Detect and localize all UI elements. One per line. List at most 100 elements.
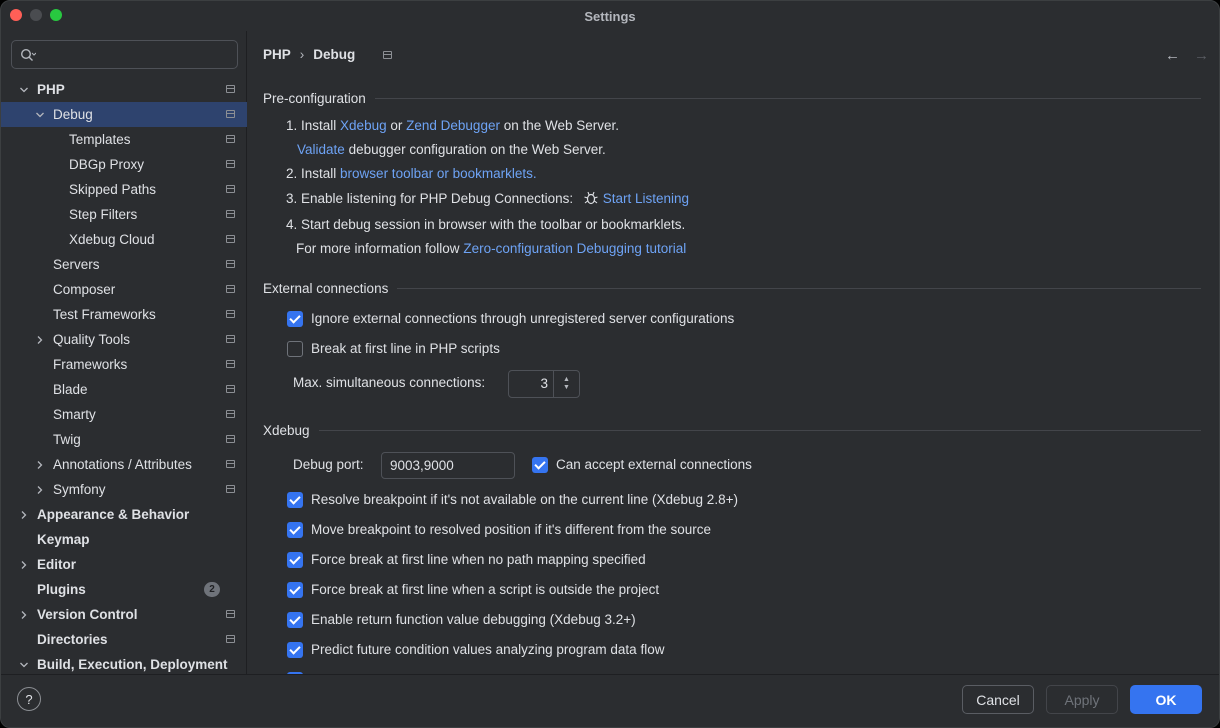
ignore-external-checkbox[interactable] bbox=[287, 311, 303, 327]
tree-item[interactable]: Debug bbox=[1, 102, 247, 127]
project-settings-icon bbox=[226, 360, 235, 368]
xdebug-option-label[interactable]: Resolve breakpoint if it's not available… bbox=[311, 492, 738, 507]
tree-item[interactable]: Step Filters bbox=[1, 202, 247, 227]
tree-item[interactable]: Plugins 2 bbox=[1, 577, 247, 602]
xdebug-option-checkbox[interactable] bbox=[287, 612, 303, 628]
xdebug-option-label[interactable]: Force break at first line when no path m… bbox=[311, 552, 646, 567]
tree-item-label: Blade bbox=[53, 382, 88, 397]
break-first-line-checkbox[interactable] bbox=[287, 341, 303, 357]
search-icon bbox=[20, 48, 36, 61]
chevron-right-icon[interactable] bbox=[34, 484, 46, 496]
project-settings-icon bbox=[226, 110, 235, 118]
project-settings-icon bbox=[226, 435, 235, 443]
chevron-right-icon[interactable] bbox=[18, 559, 30, 571]
cancel-button[interactable]: Cancel bbox=[962, 685, 1034, 714]
project-settings-icon bbox=[226, 185, 235, 193]
tree-item[interactable]: Templates bbox=[1, 127, 247, 152]
back-arrow-icon[interactable]: ← bbox=[1165, 47, 1180, 64]
xdebug-link[interactable]: Xdebug bbox=[340, 118, 387, 133]
tree-item[interactable]: Twig bbox=[1, 427, 247, 452]
tree-item[interactable]: Quality Tools bbox=[1, 327, 247, 352]
browser-toolbar-link[interactable]: browser toolbar or bookmarklets. bbox=[340, 166, 537, 181]
tree-item[interactable]: Smarty bbox=[1, 402, 247, 427]
project-settings-icon bbox=[226, 310, 235, 318]
tree-item[interactable]: Keymap bbox=[1, 527, 247, 552]
xdebug-option-checkbox[interactable] bbox=[287, 522, 303, 538]
tree-item[interactable]: Editor bbox=[1, 552, 247, 577]
xdebug-option-label[interactable]: Predict future condition values analyzin… bbox=[311, 642, 664, 657]
zend-debugger-link[interactable]: Zend Debugger bbox=[406, 118, 500, 133]
tree-item-label: Debug bbox=[53, 107, 93, 122]
start-listening-link[interactable]: Start Listening bbox=[603, 191, 689, 206]
chevron-right-icon[interactable] bbox=[34, 459, 46, 471]
xdebug-option-label[interactable]: Force break at first line when a script … bbox=[311, 582, 659, 597]
tree-item[interactable]: Appearance & Behavior bbox=[1, 502, 247, 527]
tree-item-label: Annotations / Attributes bbox=[53, 457, 192, 472]
chevron-right-icon[interactable] bbox=[18, 609, 30, 621]
preconfig-step-1: 1. Install Xdebug or Zend Debugger on th… bbox=[286, 118, 619, 133]
xdebug-title: Xdebug bbox=[263, 423, 310, 438]
section-divider bbox=[318, 430, 1201, 431]
forward-arrow-icon[interactable]: → bbox=[1194, 47, 1209, 64]
settings-search-input[interactable] bbox=[11, 40, 238, 69]
tree-item[interactable]: Skipped Paths bbox=[1, 177, 247, 202]
chevron-right-icon[interactable] bbox=[34, 334, 46, 346]
navigation-arrows: ← → bbox=[1165, 47, 1209, 64]
tree-item[interactable]: Directories bbox=[1, 627, 247, 652]
tree-item-label: Quality Tools bbox=[53, 332, 131, 347]
xdebug-option-checkbox[interactable] bbox=[287, 552, 303, 568]
breadcrumb-current: Debug bbox=[313, 47, 356, 62]
decrement-icon[interactable]: ▼ bbox=[563, 384, 570, 392]
chevron-down-icon[interactable] bbox=[34, 109, 46, 121]
tree-item[interactable]: Blade bbox=[1, 377, 247, 402]
step2-prefix: 2. Install bbox=[286, 166, 337, 181]
break-first-line-label[interactable]: Break at first line in PHP scripts bbox=[311, 341, 500, 356]
max-connections-value[interactable]: 3 bbox=[509, 371, 553, 397]
xdebug-option-checkbox[interactable] bbox=[287, 582, 303, 598]
ignore-external-label[interactable]: Ignore external connections through unre… bbox=[311, 311, 734, 326]
minimize-window-button[interactable] bbox=[30, 9, 42, 21]
xdebug-option-checkbox[interactable] bbox=[287, 642, 303, 658]
zoom-window-button[interactable] bbox=[50, 9, 62, 21]
xdebug-option-checkbox[interactable] bbox=[287, 492, 303, 508]
tree-item[interactable]: Version Control bbox=[1, 602, 247, 627]
ok-button[interactable]: OK bbox=[1130, 685, 1202, 714]
chevron-down-icon[interactable] bbox=[18, 659, 30, 671]
xdebug-option-label[interactable]: Move breakpoint to resolved position if … bbox=[311, 522, 711, 537]
apply-button[interactable]: Apply bbox=[1046, 685, 1118, 714]
breadcrumb-parent[interactable]: PHP bbox=[263, 47, 291, 62]
chevron-down-icon[interactable] bbox=[18, 84, 30, 96]
updates-badge: 2 bbox=[204, 582, 220, 597]
tree-item-label: Keymap bbox=[37, 532, 90, 547]
settings-sidebar: PHP Debug Templates DBGp Proxy Skipped Paths… bbox=[1, 31, 247, 674]
zero-config-tutorial-link[interactable]: Zero-configuration Debugging tutorial bbox=[463, 241, 686, 256]
preconfig-title: Pre-configuration bbox=[263, 91, 366, 106]
accept-external-label[interactable]: Can accept external connections bbox=[556, 457, 752, 472]
tree-item[interactable]: PHP bbox=[1, 77, 247, 102]
title-bar: Settings bbox=[1, 1, 1219, 31]
validate-link[interactable]: Validate bbox=[297, 142, 345, 157]
tree-item-label: Version Control bbox=[37, 607, 138, 622]
increment-icon[interactable]: ▲ bbox=[563, 376, 570, 384]
tree-item[interactable]: Servers bbox=[1, 252, 247, 277]
max-connections-spinner[interactable]: 3 ▲ ▼ bbox=[508, 370, 580, 398]
tree-item-label: Smarty bbox=[53, 407, 96, 422]
pin-icon[interactable] bbox=[383, 50, 393, 59]
debug-port-input[interactable]: 9003,9000 bbox=[381, 452, 515, 479]
tree-item[interactable]: Test Frameworks bbox=[1, 302, 247, 327]
chevron-right-icon[interactable] bbox=[18, 509, 30, 521]
tree-item[interactable]: Composer bbox=[1, 277, 247, 302]
validate-line: Validate debugger configuration on the W… bbox=[297, 142, 606, 157]
tree-item[interactable]: Annotations / Attributes bbox=[1, 452, 247, 477]
tree-item[interactable]: DBGp Proxy bbox=[1, 152, 247, 177]
tree-item[interactable]: Xdebug Cloud bbox=[1, 227, 247, 252]
spinner-arrows[interactable]: ▲ ▼ bbox=[553, 371, 579, 397]
project-settings-icon bbox=[226, 385, 235, 393]
xdebug-option-label[interactable]: Enable return function value debugging (… bbox=[311, 612, 636, 627]
tree-item[interactable]: Symfony bbox=[1, 477, 247, 502]
help-button[interactable]: ? bbox=[17, 687, 41, 711]
section-divider bbox=[397, 288, 1201, 289]
tree-item[interactable]: Frameworks bbox=[1, 352, 247, 377]
close-window-button[interactable] bbox=[10, 9, 22, 21]
accept-external-checkbox[interactable] bbox=[532, 457, 548, 473]
